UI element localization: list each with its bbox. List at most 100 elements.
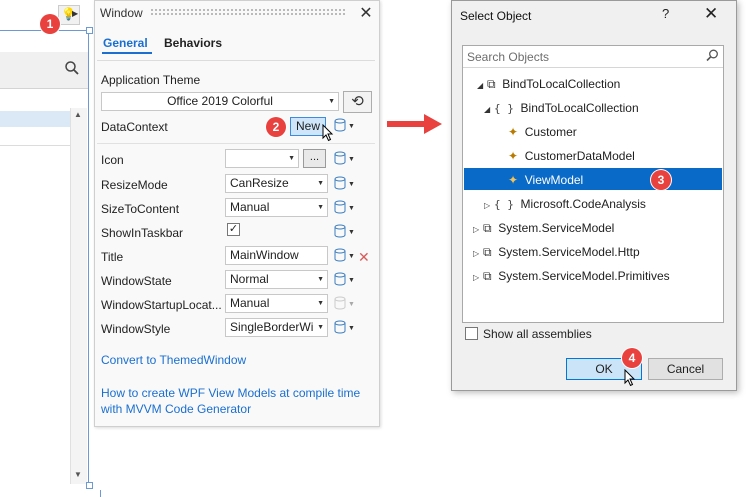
property-label: ShowInTaskbar [101, 226, 184, 240]
close-icon[interactable]: ✕ [358, 3, 374, 22]
tree-item[interactable]: ✦ ViewModel [508, 170, 583, 190]
database-icon[interactable] [334, 248, 348, 262]
chevron-down-icon[interactable]: ▼ [348, 253, 355, 260]
database-icon[interactable] [334, 176, 348, 190]
callout-badge-2: 2 [266, 117, 286, 137]
mvvm-help-link-line2[interactable]: with MVVM Code Generator [101, 402, 251, 416]
chevron-down-icon[interactable]: ▼ [348, 205, 355, 212]
arrow-right-icon [387, 114, 442, 134]
chevron-down-icon: ▼ [317, 300, 324, 307]
panel-grip[interactable] [150, 8, 346, 16]
resize-handle[interactable] [86, 482, 93, 489]
mvvm-help-link-line1[interactable]: How to create WPF View Models at compile… [101, 386, 360, 400]
refresh-icon: ⟲ [351, 93, 364, 110]
expand-icon[interactable]: ▷ [473, 268, 483, 288]
collapse-icon[interactable]: ◢ [477, 76, 487, 96]
class-icon: ✦ [508, 173, 519, 187]
scroll-down-icon[interactable]: ▼ [70, 468, 86, 482]
tree-item[interactable]: ▷{ } Microsoft.CodeAnalysis [484, 194, 646, 214]
mouse-cursor-icon [322, 124, 334, 142]
resize-handle[interactable] [86, 27, 93, 34]
browse-button[interactable]: ... [303, 149, 326, 168]
search-icon[interactable] [64, 60, 80, 76]
windowstartuplocation-combo[interactable]: Manual ▼ [225, 294, 328, 313]
tree-item[interactable]: ✦ CustomerDataModel [508, 146, 635, 166]
sizetocontent-combo[interactable]: Manual ▼ [225, 198, 328, 217]
namespace-icon: { } [494, 198, 514, 211]
property-label: WindowStartupLocat... [101, 298, 222, 312]
resizemode-combo[interactable]: CanResize ▼ [225, 174, 328, 193]
datacontext-label: DataContext [101, 120, 168, 134]
property-label: ResizeMode [101, 178, 168, 192]
database-icon[interactable] [334, 200, 348, 214]
show-all-assemblies-label: Show all assemblies [483, 327, 592, 341]
chevron-down-icon[interactable]: ▼ [348, 181, 355, 188]
help-button[interactable]: ? [662, 6, 669, 21]
database-icon [334, 296, 348, 310]
scroll-up-icon[interactable]: ▲ [70, 108, 86, 122]
expand-icon[interactable]: ▷ [473, 244, 483, 264]
close-button[interactable]: ✕ [704, 4, 718, 24]
assembly-icon: ⧉ [483, 269, 492, 283]
windowstate-combo[interactable]: Normal ▼ [225, 270, 328, 289]
vertical-scrollbar[interactable] [70, 108, 87, 484]
assembly-icon: ⧉ [483, 221, 492, 235]
database-icon[interactable] [334, 320, 348, 334]
chevron-down-icon: ▼ [317, 204, 324, 211]
chevron-down-icon[interactable]: ▼ [348, 123, 355, 130]
panel-title: Window [100, 6, 143, 20]
chevron-down-icon[interactable]: ▼ [348, 156, 355, 163]
assembly-icon: ⧉ [487, 77, 496, 91]
title-field[interactable]: MainWindow [225, 246, 328, 265]
new-datacontext-button[interactable]: New [290, 117, 326, 136]
smart-tag-button[interactable]: 💡 ▶ [58, 5, 80, 25]
database-icon[interactable] [334, 118, 348, 132]
callout-badge-1: 1 [40, 14, 60, 34]
chevron-down-icon[interactable]: ▼ [348, 277, 355, 284]
dialog-title: Select Object [460, 9, 532, 23]
callout-badge-3: 3 [651, 170, 671, 190]
tree-item[interactable]: ▷ ⧉ System.ServiceModel.Primitives [473, 266, 670, 286]
guide-line [100, 490, 101, 497]
property-label: WindowStyle [101, 322, 171, 336]
expand-icon[interactable]: ▷ [484, 196, 494, 216]
tree-item[interactable]: ◢ ⧉ BindToLocalCollection [477, 74, 620, 94]
icon-combo[interactable]: ▼ [225, 149, 299, 168]
chevron-down-icon: ▼ [317, 319, 324, 336]
chevron-down-icon: ▼ [328, 98, 335, 105]
row-divider [0, 145, 70, 146]
clear-value-icon[interactable]: ✕ [358, 249, 370, 266]
reset-theme-button[interactable]: ⟲ [343, 91, 372, 113]
selected-row[interactable] [0, 111, 70, 127]
tab-behaviors[interactable]: Behaviors [164, 36, 222, 50]
search-icon[interactable] [706, 49, 719, 65]
convert-to-themedwindow-link[interactable]: Convert to ThemedWindow [101, 353, 246, 367]
tree-item[interactable]: ◢{ } BindToLocalCollection [484, 98, 639, 118]
windowstyle-combo[interactable]: SingleBorderWi ▼ [225, 318, 328, 337]
showintaskbar-checkbox[interactable]: ✓ [227, 223, 240, 236]
database-icon[interactable] [334, 224, 348, 238]
cancel-button[interactable]: Cancel [648, 358, 723, 380]
database-icon[interactable] [334, 151, 348, 165]
show-all-assemblies-checkbox[interactable] [465, 327, 478, 340]
property-label: SizeToContent [101, 202, 180, 216]
chevron-right-icon: ▶ [72, 9, 79, 18]
tree-item[interactable]: ✦ Customer [508, 122, 577, 142]
chevron-down-icon: ▼ [288, 155, 295, 162]
tab-divider [97, 60, 375, 61]
selected-tree-row[interactable] [464, 168, 722, 190]
tree-item[interactable]: ▷ ⧉ System.ServiceModel.Http [473, 242, 640, 262]
namespace-icon: { } [494, 102, 514, 115]
property-label: Title [101, 250, 124, 264]
application-theme-combo[interactable]: Office 2019 Colorful ▼ [101, 92, 339, 111]
expand-icon[interactable]: ▷ [473, 220, 483, 240]
tab-general[interactable]: General [103, 36, 148, 50]
chevron-down-icon[interactable]: ▼ [348, 325, 355, 332]
tree-item[interactable]: ▷ ⧉ System.ServiceModel [473, 218, 614, 238]
chevron-down-icon[interactable]: ▼ [348, 229, 355, 236]
search-input[interactable]: Search Objects [463, 46, 723, 68]
database-icon[interactable] [334, 272, 348, 286]
collapse-icon[interactable]: ◢ [484, 100, 494, 120]
assembly-icon: ⧉ [483, 245, 492, 259]
property-label: WindowState [101, 274, 172, 288]
